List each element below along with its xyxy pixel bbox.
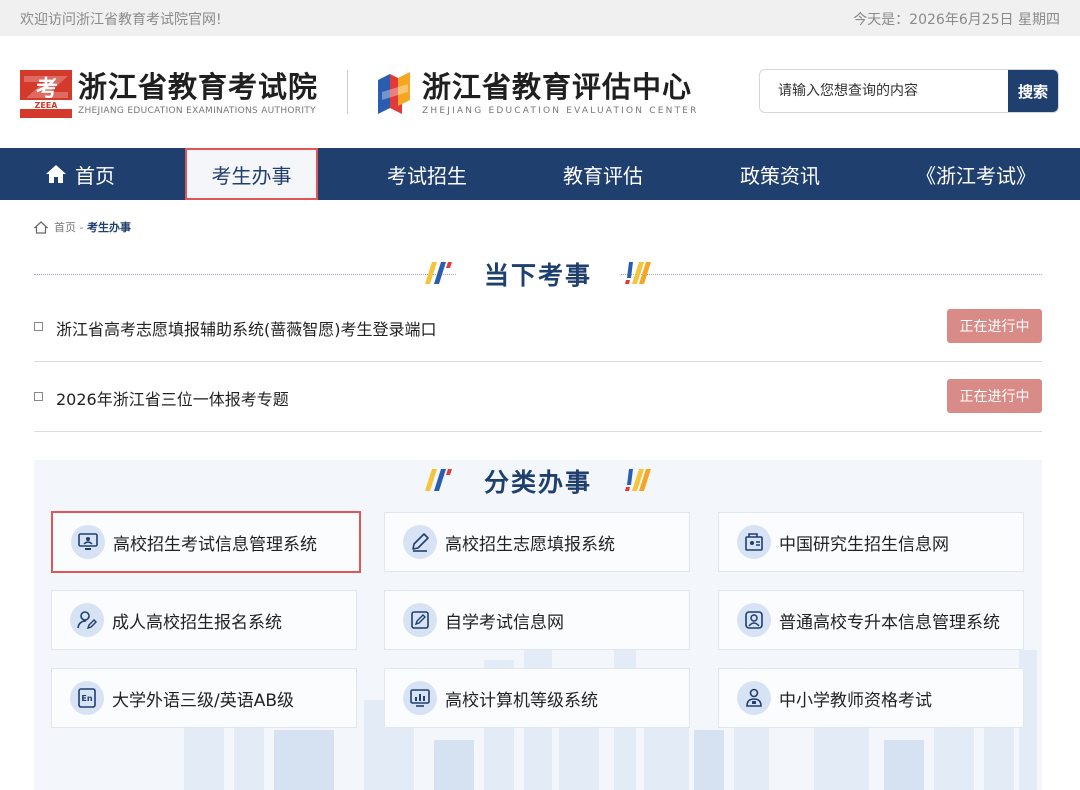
nav-item-policy-news[interactable]: 政策资讯 xyxy=(705,148,855,200)
english-doc-icon: En xyxy=(70,681,104,715)
card-label: 中小学教师资格考试 xyxy=(779,690,932,711)
list-item[interactable]: 2026年浙江省三位一体报考专题 正在进行中 xyxy=(34,362,1042,432)
status-badge[interactable]: 正在进行中 xyxy=(947,309,1042,343)
card-label: 成人高校招生报名系统 xyxy=(112,612,282,633)
nav-item-label: 教育评估 xyxy=(563,163,643,188)
nav-item-home[interactable]: 首页 xyxy=(0,148,160,200)
svg-text:En: En xyxy=(81,694,92,703)
nav-item-exam-admission[interactable]: 考试招生 xyxy=(352,148,502,200)
card-label: 高校计算机等级系统 xyxy=(445,690,598,711)
main-nav: 首页 考生办事 考试招生 教育评估 政策资讯 《浙江考试》 xyxy=(0,148,1080,200)
svg-text:考: 考 xyxy=(36,76,58,102)
nav-item-label: 《浙江考试》 xyxy=(916,163,1036,188)
nav-item-zhejiang-exam-magazine[interactable]: 《浙江考试》 xyxy=(900,148,1052,200)
category-section-title: 分类办事 xyxy=(455,463,620,499)
breadcrumb-separator: - xyxy=(76,220,87,234)
card-label: 大学外语三级/英语AB级 xyxy=(112,690,295,711)
search-input[interactable] xyxy=(760,70,1010,112)
service-card-graduate-admission[interactable]: 中国研究生招生信息网 xyxy=(718,512,1024,572)
card-label: 中国研究生招生信息网 xyxy=(779,534,949,555)
service-card-computer-rank-exam[interactable]: 高校计算机等级系统 xyxy=(384,668,690,728)
eval-center-logo-icon[interactable] xyxy=(374,70,414,116)
list-bullet xyxy=(34,322,43,331)
user-card-icon xyxy=(737,603,771,637)
list-bullet xyxy=(34,392,43,401)
date-text: 今天是：2026年6月25日 星期四 xyxy=(853,12,1060,28)
graduate-board-icon xyxy=(737,525,771,559)
category-section-heading: 分类办事 xyxy=(34,461,1042,501)
org2-subtitle: ZHEJIANG EDUCATION EVALUATION CENTER xyxy=(422,106,699,116)
service-card-foreign-language-exam[interactable]: En 大学外语三级/英语AB级 xyxy=(51,668,357,728)
search-button[interactable]: 搜索 xyxy=(1008,70,1058,112)
site-header: 考 ZEEA 浙江省教育考试院 ZHEJIANG EDUCATION EXAMI… xyxy=(0,36,1080,148)
pencil-icon xyxy=(403,525,437,559)
breadcrumb-home-link[interactable]: 首页 xyxy=(54,219,76,235)
card-label: 普通高校专升本信息管理系统 xyxy=(779,612,1000,633)
top-bar: 欢迎访问浙江省教育考试院官网! 今天是：2026年6月25日 星期四 xyxy=(0,0,1080,36)
org1-subtitle: ZHEJIANG EDUCATION EXAMINATIONS AUTHORIT… xyxy=(78,106,316,116)
nav-item-education-evaluation[interactable]: 教育评估 xyxy=(528,148,678,200)
card-label: 高校招生志愿填报系统 xyxy=(445,534,615,555)
svg-text:ZEEA: ZEEA xyxy=(35,101,59,110)
nav-item-label: 考试招生 xyxy=(387,163,467,188)
service-card-volunteer-filling[interactable]: 高校招生志愿填报系统 xyxy=(384,512,690,572)
nav-item-label: 首页 xyxy=(75,163,115,188)
service-card-upgrade-bachelor[interactable]: 普通高校专升本信息管理系统 xyxy=(718,590,1024,650)
edit-doc-icon xyxy=(403,603,437,637)
home-outline-icon xyxy=(34,220,48,234)
org1-title[interactable]: 浙江省教育考试院 xyxy=(78,64,318,106)
current-section-title: 当下考事 xyxy=(455,256,620,292)
service-card-self-study-exam[interactable]: 自学考试信息网 xyxy=(384,590,690,650)
slash-decoration-icon xyxy=(625,469,651,491)
nav-item-label: 考生办事 xyxy=(211,163,292,188)
org2-title[interactable]: 浙江省教育评估中心 xyxy=(422,64,692,106)
service-card-teacher-qualification[interactable]: 中小学教师资格考试 xyxy=(718,668,1024,728)
header-divider xyxy=(347,70,348,114)
service-card-gaokao-info-system[interactable]: 高校招生考试信息管理系统 xyxy=(51,511,361,573)
card-label: 自学考试信息网 xyxy=(445,612,564,633)
monitor-icon xyxy=(71,525,105,559)
nav-item-label: 政策资讯 xyxy=(740,163,820,188)
home-icon xyxy=(46,165,66,183)
user-edit-icon xyxy=(70,603,104,637)
welcome-text: 欢迎访问浙江省教育考试院官网! xyxy=(20,12,222,28)
list-item-link[interactable]: 浙江省高考志愿填报辅助系统(蔷薇智愿)考生登录端口 xyxy=(56,316,437,340)
breadcrumb: 首页 - 考生办事 xyxy=(34,219,131,235)
status-badge[interactable]: 正在进行中 xyxy=(947,379,1042,413)
current-section-heading: 当下考事 xyxy=(34,254,1042,294)
computer-chart-icon xyxy=(403,681,437,715)
service-card-adult-admission[interactable]: 成人高校招生报名系统 xyxy=(51,590,357,650)
slash-decoration-icon xyxy=(625,262,651,284)
nav-item-candidate-services[interactable]: 考生办事 xyxy=(185,148,318,200)
zeea-logo-icon[interactable]: 考 ZEEA xyxy=(20,70,72,118)
breadcrumb-current: 考生办事 xyxy=(86,221,131,234)
list-item-link[interactable]: 2026年浙江省三位一体报考专题 xyxy=(56,386,289,410)
teacher-icon xyxy=(737,681,771,715)
list-item[interactable]: 浙江省高考志愿填报辅助系统(蔷薇智愿)考生登录端口 正在进行中 xyxy=(34,292,1042,362)
search-box: 搜索 xyxy=(759,69,1059,113)
card-label: 高校招生考试信息管理系统 xyxy=(113,534,317,555)
